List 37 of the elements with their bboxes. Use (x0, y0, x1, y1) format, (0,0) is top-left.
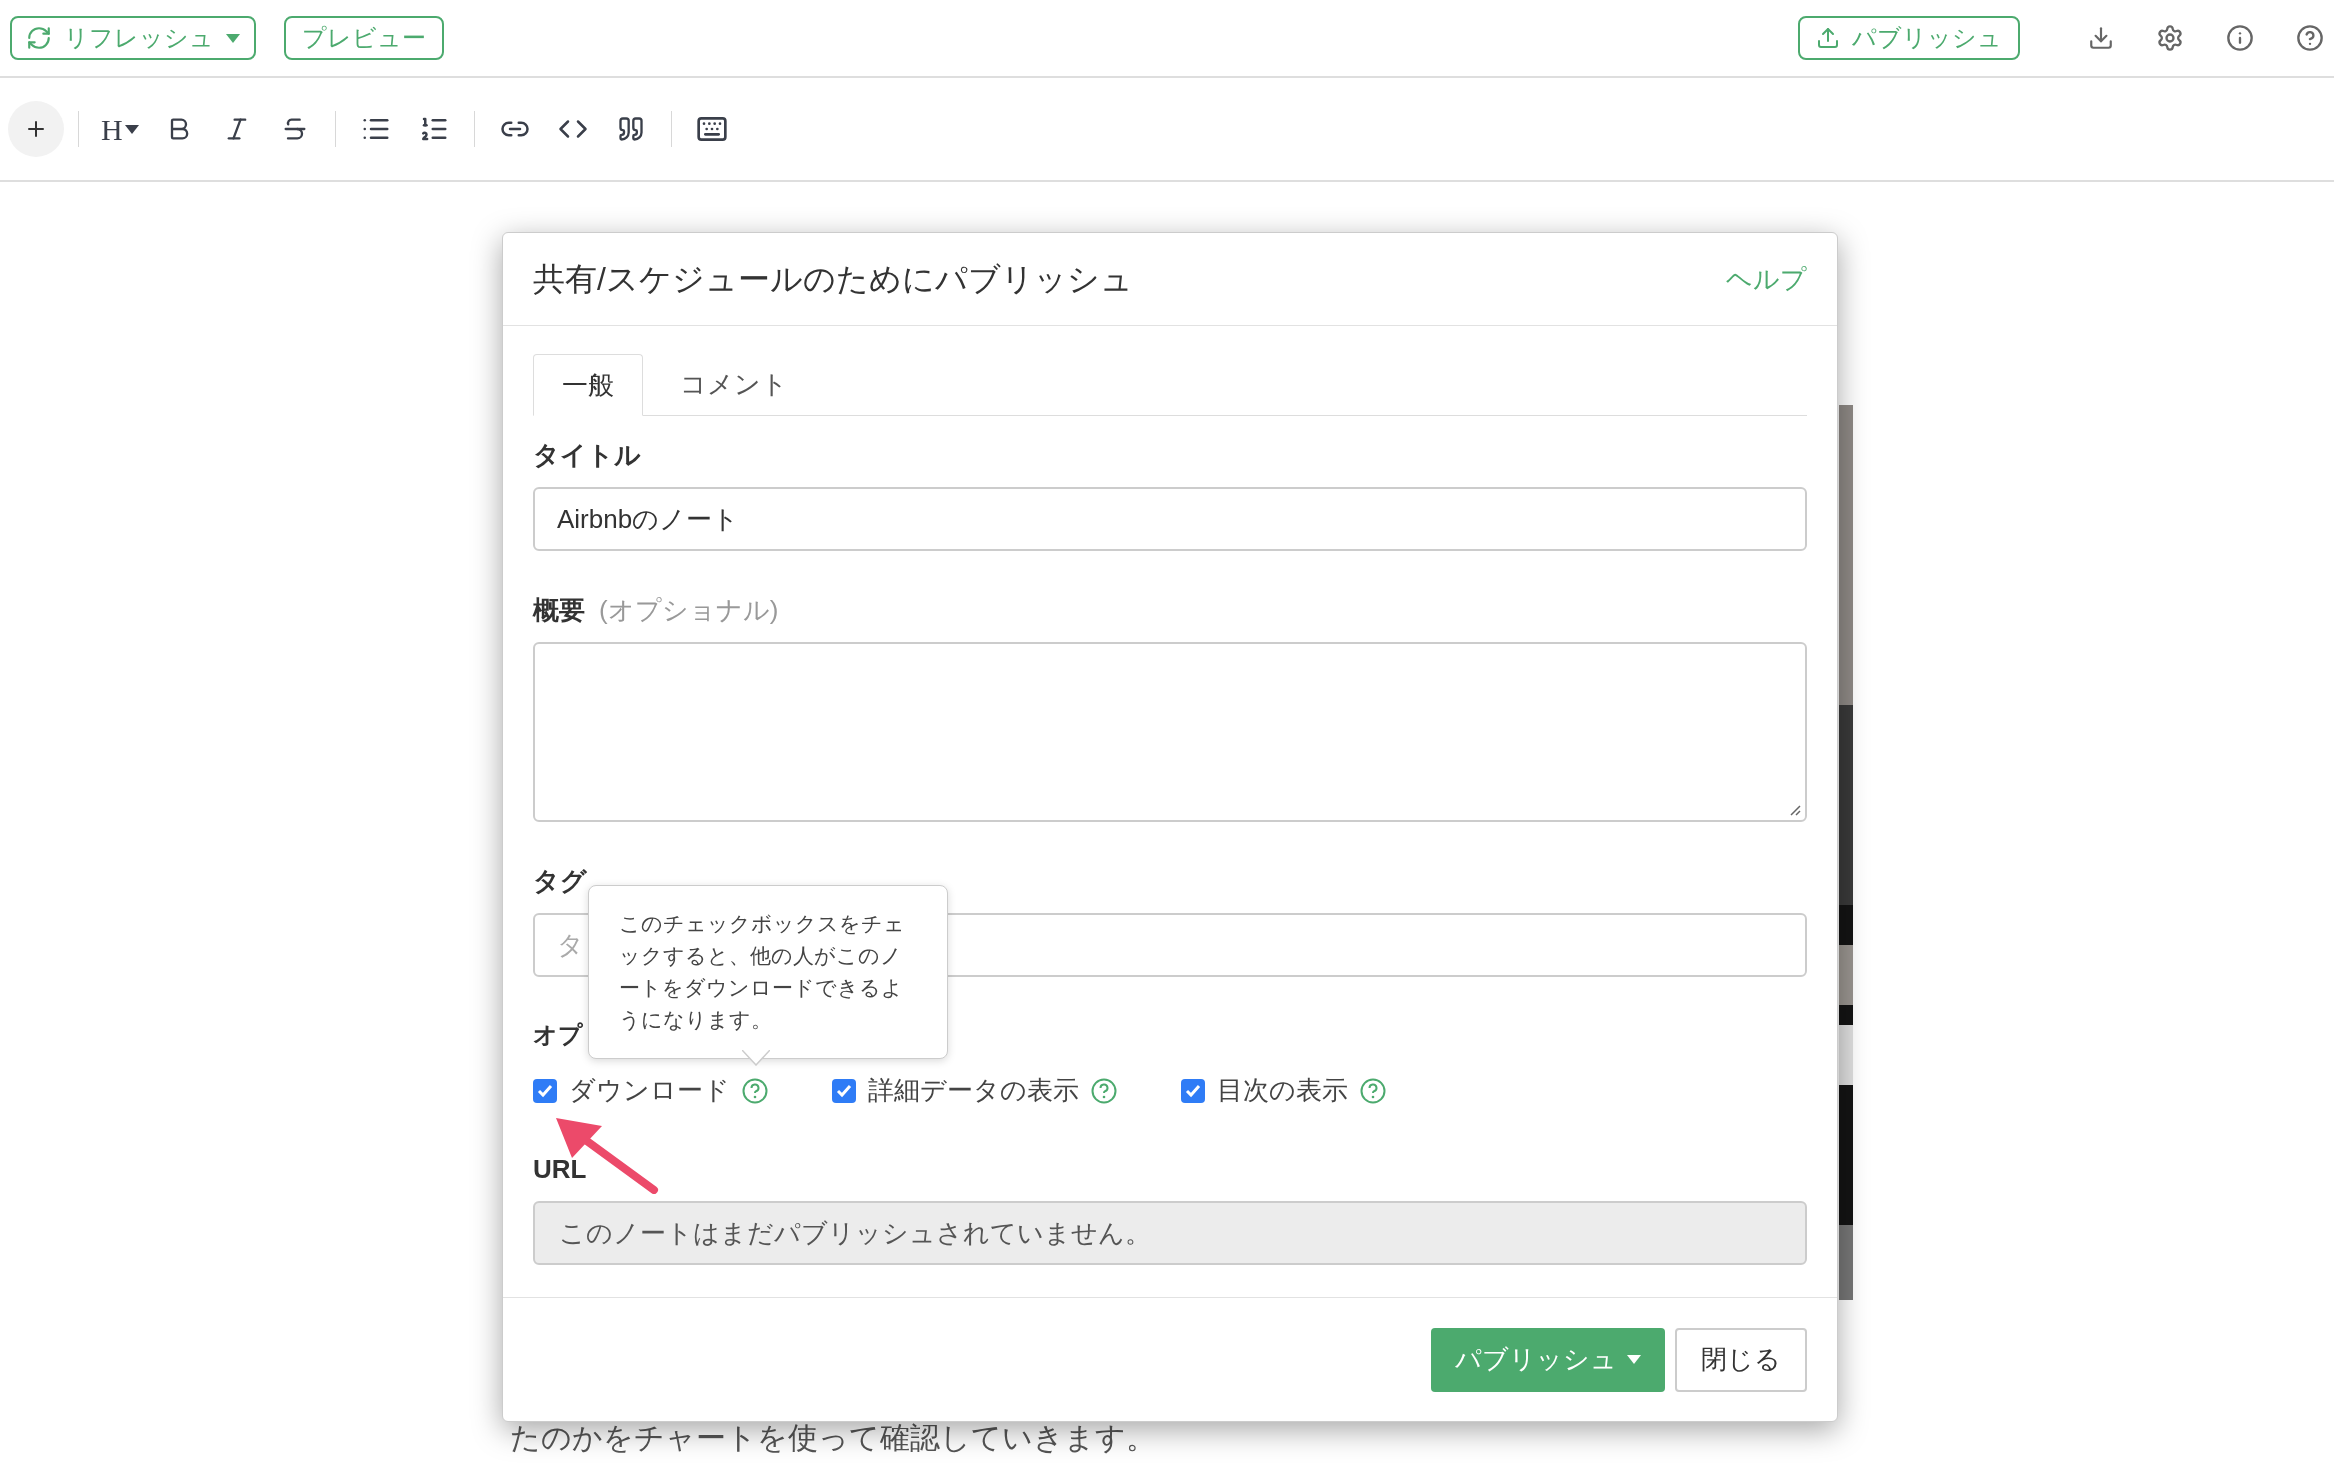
tab[interactable]: コメント (643, 354, 825, 415)
url-field: このノートはまだパブリッシュされていません。 (533, 1201, 1807, 1265)
field-label: タグ (533, 865, 588, 898)
upload-icon (1816, 26, 1840, 50)
title-field[interactable]: Airbnbのノート (533, 487, 1807, 551)
caret-icon (226, 33, 240, 43)
option-label: 詳細データの表示 (868, 1074, 1079, 1107)
optional-hint: (オプショナル) (599, 594, 779, 627)
field-label: URL (533, 1153, 587, 1186)
option-label: ダウンロード (569, 1074, 730, 1107)
checkbox[interactable] (1181, 1078, 1205, 1103)
help-icon[interactable] (1091, 1077, 1117, 1104)
help-icon[interactable] (1360, 1077, 1386, 1104)
tooltip: このチェックボックスをチェックすると、他の人がこのノートをダウンロードできるようになります。 (588, 885, 948, 1059)
settings-icon[interactable] (2156, 24, 2184, 52)
caret-icon (1627, 1355, 1641, 1364)
heading-button[interactable]: H (93, 103, 147, 155)
checkbox[interactable] (533, 1078, 557, 1103)
tab[interactable]: 一般 (533, 354, 643, 416)
summary-field[interactable] (533, 642, 1807, 822)
field-label: タイトル (533, 439, 642, 472)
resize-handle-icon[interactable] (1789, 804, 1801, 816)
download-icon[interactable] (2088, 25, 2114, 51)
background-text: たのかをチャートを使って確認していきます。 (510, 1420, 1156, 1456)
caret-icon (124, 124, 139, 134)
quote-icon (616, 115, 645, 143)
tooltip-pointer (742, 1050, 770, 1066)
help-icon[interactable] (2296, 24, 2324, 52)
dialog-title: 共有/スケジュールのためにパブリッシュ (533, 260, 1133, 299)
help-icon[interactable] (742, 1077, 768, 1104)
field-label: オプ (533, 1020, 583, 1050)
option-label: 目次の表示 (1217, 1074, 1348, 1107)
info-icon[interactable] (2226, 24, 2254, 52)
checkbox[interactable] (832, 1078, 856, 1103)
close-button[interactable]: 閉じる (1675, 1327, 1807, 1392)
refresh-icon (26, 25, 52, 51)
field-label: 概要 (533, 594, 585, 627)
